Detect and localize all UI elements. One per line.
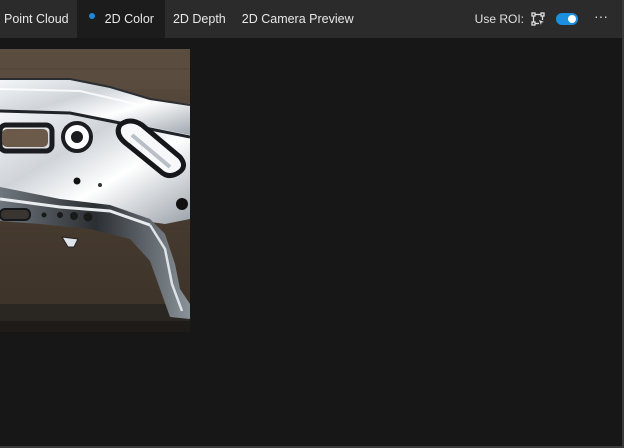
captured-color-image <box>0 49 190 332</box>
roi-toggle[interactable] <box>556 13 578 25</box>
image-viewport[interactable] <box>0 38 622 446</box>
roi-toolbar: Use ROI: ··· <box>475 0 608 38</box>
more-options-icon[interactable]: ··· <box>594 9 608 23</box>
tab-label: 2D Camera Preview <box>241 12 354 26</box>
use-roi-label: Use ROI: <box>474 12 524 26</box>
tab-point-cloud[interactable]: Point Cloud <box>0 0 77 38</box>
tab-2d-camera-preview[interactable]: 2D Camera Preview <box>234 0 362 38</box>
toggle-knob <box>568 15 576 23</box>
tab-2d-color[interactable]: 2D Color <box>76 0 165 38</box>
tab-2d-depth[interactable]: 2D Depth <box>165 0 234 38</box>
view-tab-bar: Point Cloud 2D Color 2D Depth 2D Camera … <box>0 0 622 38</box>
active-tab-indicator <box>88 13 95 19</box>
tab-label: 2D Depth <box>172 12 226 26</box>
roi-select-icon[interactable] <box>531 12 545 26</box>
tab-label: Point Cloud <box>4 12 69 26</box>
tab-label: 2D Color <box>104 12 154 26</box>
